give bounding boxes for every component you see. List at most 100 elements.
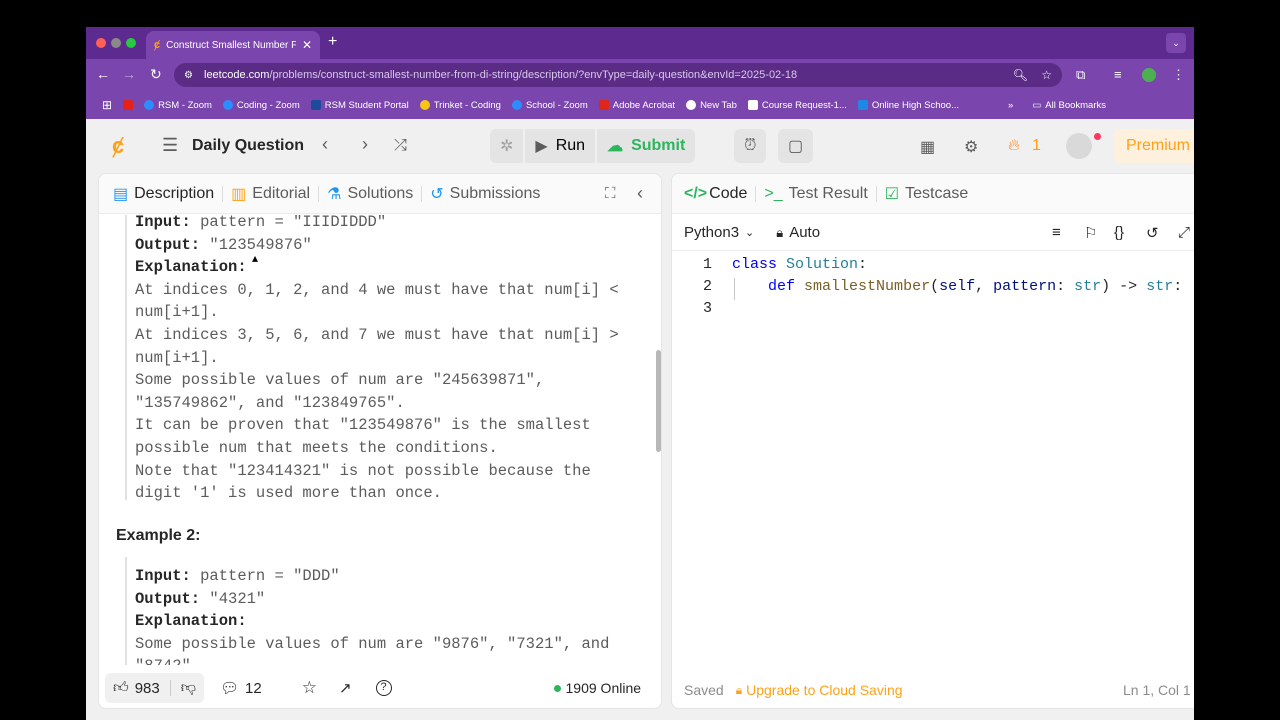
settings-gear-icon[interactable]: ⚙ bbox=[964, 137, 978, 157]
code-icon: </> bbox=[684, 184, 708, 202]
browser-tab[interactable]: ȼ Construct Smallest Number F ✕ bbox=[146, 31, 320, 59]
leetcode-app: ȼ ☰ Daily Question ‹ › ⤮ ✲ ▶ Run ☁ Submit … bbox=[86, 119, 1194, 720]
new-tab-button[interactable]: + bbox=[328, 33, 337, 51]
braces-icon[interactable]: {} bbox=[1114, 224, 1124, 241]
comment-count[interactable]: 12 bbox=[245, 680, 262, 697]
bookmark-youtube[interactable] bbox=[123, 100, 134, 110]
premium-button[interactable]: Premium bbox=[1114, 129, 1194, 163]
description-panel: ▤ Description ▥ Editorial ⚗ Solutions ↺ Subm… bbox=[98, 173, 662, 709]
leetcode-logo-icon[interactable]: ȼ bbox=[112, 133, 124, 159]
tab-submissions[interactable]: ↺ Submissions bbox=[422, 184, 548, 204]
feather-icon bbox=[857, 100, 868, 110]
bookmark-item[interactable]: School - Zoom bbox=[511, 100, 588, 111]
notes-button[interactable]: ▢ bbox=[778, 129, 814, 163]
problem-list-icon[interactable]: ☰ bbox=[162, 135, 178, 156]
streak-count: 1 bbox=[1032, 137, 1041, 154]
user-avatar[interactable] bbox=[1066, 133, 1092, 159]
back-icon[interactable]: ← bbox=[96, 66, 110, 82]
expand-icon[interactable]: ⤢ bbox=[1178, 224, 1190, 241]
url-field[interactable]: ⚙ leetcode.com/problems/construct-smalle… bbox=[174, 63, 1062, 87]
close-window-button[interactable] bbox=[96, 38, 106, 48]
tab-editorial[interactable]: ▥ Editorial bbox=[223, 184, 318, 204]
star-icon[interactable]: ☆ bbox=[302, 678, 317, 698]
browser-window: ȼ Construct Smallest Number F ✕ + ⌄ ← → … bbox=[86, 27, 1194, 720]
bookmark-item[interactable]: Adobe Acrobat bbox=[598, 100, 675, 111]
explanation-line: "135749862", and "123849765". bbox=[135, 393, 405, 412]
bookmark-item[interactable]: Trinket - Coding bbox=[419, 100, 501, 111]
reload-icon[interactable]: ↻ bbox=[150, 66, 162, 83]
extensions-icon[interactable]: ⧉ bbox=[1076, 67, 1085, 83]
collapse-panel-icon[interactable]: ‹ bbox=[637, 183, 643, 204]
cursor-position: Ln 1, Col 1 bbox=[1123, 682, 1191, 698]
explanation-line: Note that "123414321" is not possible be… bbox=[135, 461, 591, 480]
reset-icon[interactable]: ↺ bbox=[1146, 224, 1159, 242]
shuffle-icon[interactable]: ⤮ bbox=[394, 137, 407, 155]
url-host: leetcode.com bbox=[204, 69, 270, 81]
tab-solutions[interactable]: ⚗ Solutions bbox=[319, 184, 421, 204]
explanation-line: At indices 0, 1, 2, and 4 we must have t… bbox=[135, 280, 619, 299]
submit-button[interactable]: ☁ Submit bbox=[597, 129, 696, 163]
tab-code[interactable]: </> Code bbox=[672, 185, 755, 203]
upgrade-cloud-saving-link[interactable]: Upgrade to Cloud Saving bbox=[746, 682, 902, 698]
profile-avatar[interactable] bbox=[1142, 68, 1156, 82]
thumbs-down-icon[interactable]: 👎︎ bbox=[181, 679, 196, 697]
media-control-icon[interactable]: ≡ bbox=[1114, 67, 1122, 82]
tab-testcase[interactable]: ☑ Testcase bbox=[877, 184, 976, 204]
bookmark-item[interactable]: RSM Student Portal bbox=[310, 99, 409, 111]
browser-menu-icon[interactable]: ⋮ bbox=[1172, 67, 1185, 83]
bookmark-star-icon[interactable]: ☆ bbox=[1041, 68, 1052, 82]
explanation-line: num[i+1]. bbox=[135, 348, 219, 367]
tab-search-button[interactable]: ⌄ bbox=[1166, 33, 1186, 53]
checkbox-icon: ☑ bbox=[884, 185, 900, 203]
thumbs-up-icon[interactable]: 👍︎ bbox=[113, 679, 129, 697]
tab-label: Test Result bbox=[788, 184, 868, 202]
all-bookmarks[interactable]: ▭ All Bookmarks bbox=[1032, 100, 1106, 111]
bookmark-item[interactable]: RSM - Zoom bbox=[144, 100, 212, 111]
code-editor[interactable]: 1 2 3 class Solution: def smallestNumber… bbox=[672, 254, 1194, 654]
example-input: Input: pattern = "IIIDIDDD" bbox=[135, 215, 619, 234]
next-problem-icon[interactable]: › bbox=[362, 134, 368, 155]
like-count[interactable]: 983 bbox=[135, 680, 160, 697]
bookmark-label: RSM Student Portal bbox=[324, 99, 409, 111]
explanation-key: Explanation: bbox=[135, 258, 247, 277]
bookmark-icon[interactable]: ⚐ bbox=[1084, 224, 1097, 242]
share-icon[interactable]: ↗ bbox=[339, 679, 352, 697]
input-key: Input: bbox=[135, 215, 191, 231]
site-info-icon[interactable]: ⚙ bbox=[184, 70, 193, 81]
tab-description[interactable]: ▤ Description bbox=[99, 184, 222, 204]
bookmark-label: Online High Schoo... bbox=[871, 99, 960, 111]
help-icon[interactable]: ? bbox=[375, 680, 392, 696]
fire-streak-icon[interactable]: 🔥︎ bbox=[1008, 137, 1020, 155]
bookmark-item[interactable]: Course Request-1... bbox=[747, 100, 847, 111]
youtube-icon bbox=[123, 100, 134, 110]
tab-test-result[interactable]: >_ Test Result bbox=[756, 185, 875, 203]
debug-button[interactable]: ✲ bbox=[490, 129, 524, 163]
format-icon[interactable]: ≡ bbox=[1052, 224, 1061, 241]
apps-icon[interactable]: ⊞ bbox=[102, 98, 112, 112]
bookmarks-overflow-icon[interactable]: » bbox=[1008, 100, 1013, 111]
bookmark-item[interactable]: Coding - Zoom bbox=[222, 100, 300, 111]
explanation-line: Some possible values of num are "9876", … bbox=[135, 634, 610, 653]
chevron-down-icon: ⌄ bbox=[745, 227, 755, 239]
fullscreen-icon[interactable]: ⛶ bbox=[605, 185, 616, 202]
close-tab-icon[interactable]: ✕ bbox=[302, 38, 312, 52]
zoom-icon[interactable]: 🔍︎ bbox=[1013, 68, 1028, 82]
daily-question-link[interactable]: Daily Question bbox=[192, 137, 304, 155]
notification-dot bbox=[1094, 133, 1101, 140]
code-panel: </> Code >_ Test Result ☑ Testcase Python3 ⌄… bbox=[671, 173, 1194, 709]
minimize-window-button[interactable] bbox=[111, 38, 121, 48]
run-button[interactable]: ▶ Run bbox=[525, 129, 596, 163]
timer-button[interactable]: ⏰︎ bbox=[734, 129, 767, 163]
auto-mode[interactable]: Auto bbox=[789, 224, 820, 241]
bookmark-item[interactable]: New Tab bbox=[686, 100, 737, 111]
comment-icon[interactable]: 💬︎ bbox=[220, 679, 239, 697]
prev-problem-icon[interactable]: ‹ bbox=[322, 134, 328, 155]
layout-icon[interactable]: ▦ bbox=[920, 137, 935, 157]
maximize-window-button[interactable] bbox=[126, 38, 136, 48]
description-scrollbar[interactable] bbox=[656, 350, 661, 452]
bookmark-item[interactable]: Online High Schoo... bbox=[857, 99, 960, 111]
alarm-clock-icon: ⏰︎ bbox=[744, 137, 757, 154]
forward-icon[interactable]: → bbox=[122, 66, 136, 82]
tab-label: Editorial bbox=[252, 184, 311, 202]
language-select[interactable]: Python3 ⌄ bbox=[684, 224, 754, 241]
